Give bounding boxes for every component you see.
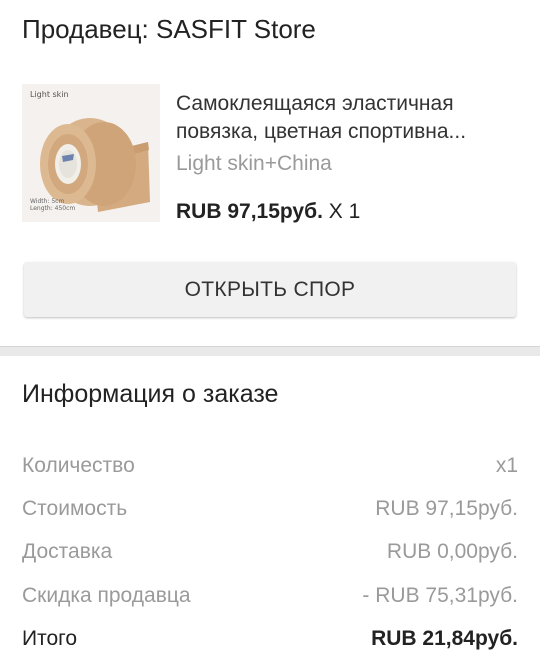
product-quantity: X 1 xyxy=(328,200,361,223)
cost-label: Стоимость xyxy=(22,497,128,520)
seller-discount-value: - RUB 75,31руб. xyxy=(362,584,518,607)
quantity-label: Количество xyxy=(22,454,135,477)
total-label: Итого xyxy=(22,627,78,650)
seller-discount-row: Скидка продавца - RUB 75,31руб. xyxy=(22,584,518,612)
total-value: RUB 21,84руб. xyxy=(371,627,518,650)
product-image[interactable]: Light skin Width: 5cm Length: 450cm xyxy=(22,84,160,222)
cost-value: RUB 97,15руб. xyxy=(375,497,518,520)
product-price: RUB 97,15руб. xyxy=(176,200,323,223)
product-title-line-2: повязка, цветная спортивна... xyxy=(176,120,467,143)
order-detail-page: Продавец: SASFIT Store Light skin Width:… xyxy=(0,0,540,670)
product-item[interactable]: Light skin Width: 5cm Length: 450cm Само… xyxy=(22,84,522,224)
seller-name[interactable]: Продавец: SASFIT Store xyxy=(22,14,316,45)
total-row: Итого RUB 21,84руб. xyxy=(22,627,518,655)
open-dispute-button[interactable]: ОТКРЫТЬ СПОР xyxy=(24,262,516,317)
shipping-row: Доставка RUB 0,00руб. xyxy=(22,540,518,568)
image-length-text: Length: 450cm xyxy=(30,205,76,212)
image-caption: Light skin xyxy=(30,90,69,99)
shipping-label: Доставка xyxy=(22,540,113,563)
section-divider xyxy=(0,346,540,356)
shipping-value: RUB 0,00руб. xyxy=(386,540,518,563)
product-price-line: RUB 97,15руб. X 1 xyxy=(176,200,360,224)
product-variant: Light skin+China xyxy=(176,152,332,175)
quantity-row: Количество x1 xyxy=(22,454,518,482)
cost-row: Стоимость RUB 97,15руб. xyxy=(22,497,518,525)
product-title-line-1: Самоклеящаяся эластичная xyxy=(176,92,454,115)
product-title[interactable]: Самоклеящаяся эластичная повязка, цветна… xyxy=(176,90,521,146)
seller-discount-label: Скидка продавца xyxy=(22,584,191,607)
order-info-title: Информация о заказе xyxy=(22,380,279,408)
quantity-value: x1 xyxy=(495,454,518,477)
image-width-text: Width: 5cm xyxy=(30,198,65,205)
